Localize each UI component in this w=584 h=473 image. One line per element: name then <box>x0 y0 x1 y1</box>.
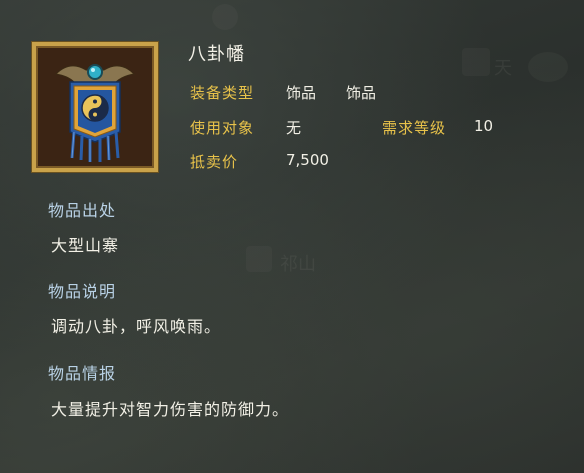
map-marker-icon <box>462 48 490 76</box>
equip-type-subvalue: 饰品 <box>346 84 377 102</box>
description-heading: 物品说明 <box>48 282 117 301</box>
level-requirement-value: 10 <box>474 117 494 135</box>
sell-price-value: 7,500 <box>286 151 329 169</box>
level-requirement-label: 需求等级 <box>382 119 447 137</box>
map-marker-icon <box>528 52 568 82</box>
banner-icon <box>38 48 152 166</box>
item-icon-frame[interactable] <box>31 41 159 173</box>
map-watermark-label: 祁山 <box>280 254 316 275</box>
source-heading: 物品出处 <box>48 201 117 220</box>
equip-type-value: 饰品 <box>286 84 317 102</box>
info-text: 大量提升对智力伤害的防御力。 <box>51 400 290 419</box>
target-value: 无 <box>286 119 302 137</box>
source-text: 大型山寨 <box>51 236 120 255</box>
map-watermark-label: 天 <box>494 58 512 79</box>
equip-type-label: 装备类型 <box>190 84 255 102</box>
target-label: 使用对象 <box>190 119 255 137</box>
description-text: 调动八卦，呼风唤雨。 <box>51 317 222 336</box>
map-marker-icon <box>246 246 272 272</box>
item-name: 八卦幡 <box>188 44 245 65</box>
map-marker-icon <box>212 4 238 30</box>
sell-price-label: 抵卖价 <box>190 153 239 171</box>
info-heading: 物品情报 <box>48 364 117 383</box>
